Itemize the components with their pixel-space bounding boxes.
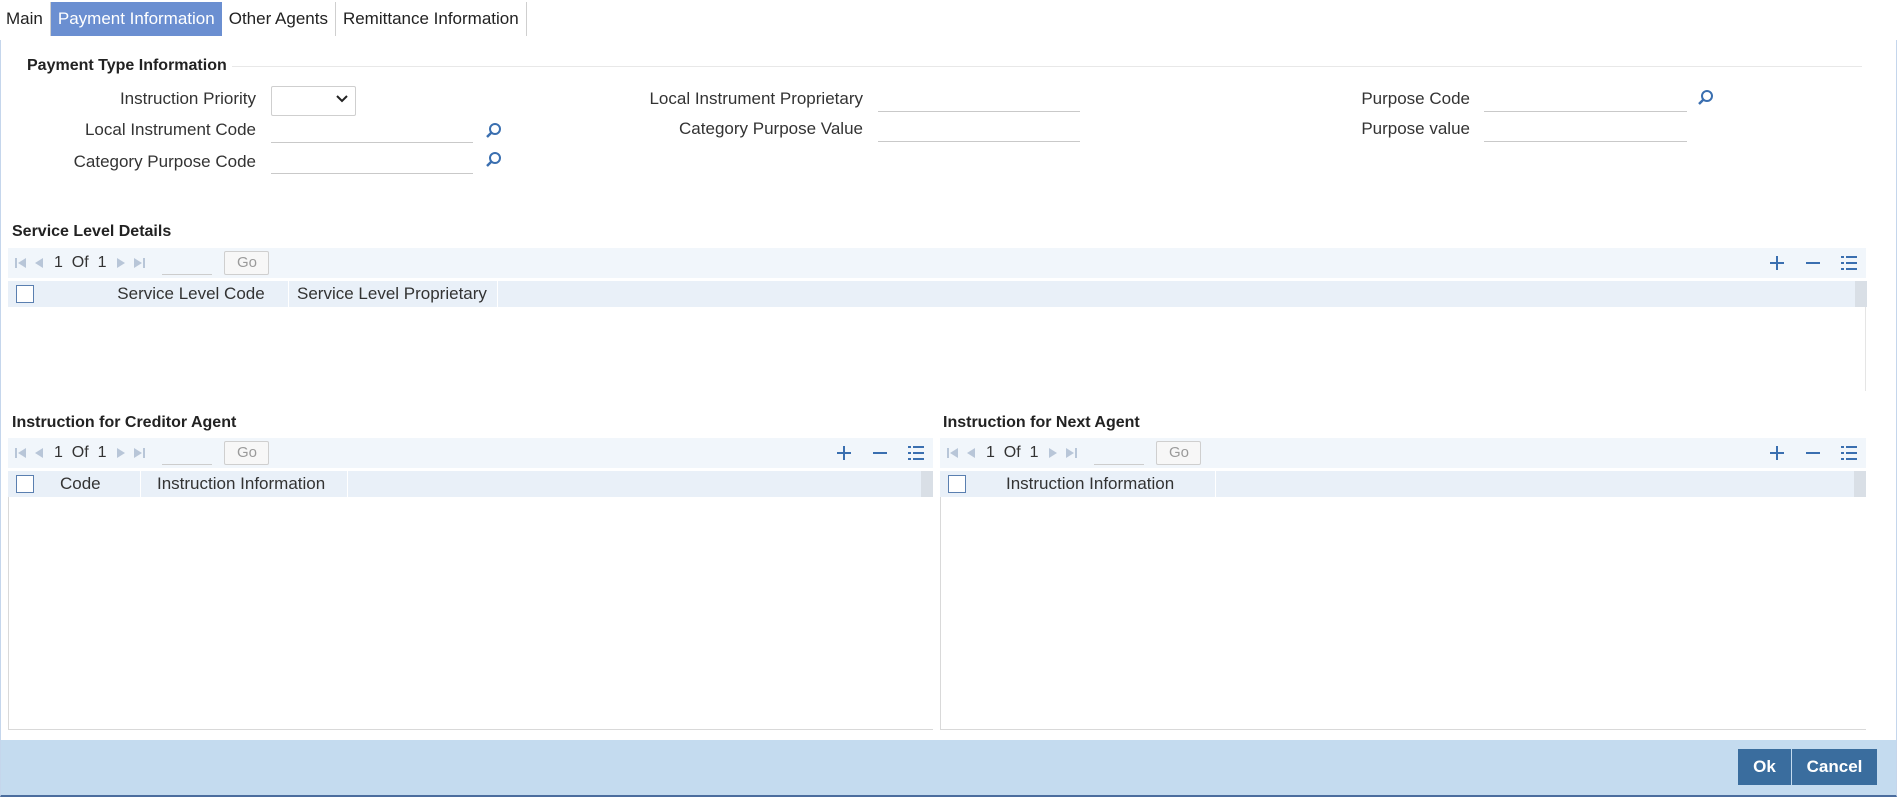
- of-label: Of: [71, 444, 89, 461]
- purpose-code-label: Purpose Code: [1361, 89, 1470, 108]
- local-instrument-code-input[interactable]: [271, 119, 473, 143]
- next-page-icon[interactable]: [1044, 444, 1062, 462]
- local-instrument-code-label: Local Instrument Code: [84, 120, 256, 139]
- tab-main[interactable]: Main: [0, 2, 51, 36]
- instruction-priority-select[interactable]: [271, 86, 356, 116]
- delete-row-icon[interactable]: [1802, 442, 1824, 464]
- col-code[interactable]: Code: [44, 471, 141, 497]
- next-agent-toolbar: 1 Of 1 Go: [940, 438, 1866, 468]
- section-divider: [232, 66, 1862, 67]
- select-all-checkbox[interactable]: [948, 475, 966, 493]
- creditor-agent-title: Instruction for Creditor Agent: [12, 414, 237, 431]
- instruction-priority-label: Instruction Priority: [119, 89, 256, 108]
- page-number-input[interactable]: [162, 251, 213, 275]
- prev-page-icon[interactable]: [30, 254, 48, 272]
- search-icon[interactable]: [485, 151, 505, 171]
- add-row-icon[interactable]: [1766, 442, 1788, 464]
- first-page-icon[interactable]: [944, 444, 962, 462]
- single-view-icon[interactable]: [1838, 442, 1860, 464]
- creditor-agent-toolbar: 1 Of 1 Go: [8, 438, 933, 468]
- scrollbar[interactable]: [1854, 471, 1866, 497]
- single-view-icon[interactable]: [1838, 252, 1860, 274]
- scrollbar[interactable]: [921, 471, 933, 497]
- total-pages: 1: [97, 444, 107, 461]
- category-purpose-value-input[interactable]: [878, 118, 1080, 142]
- delete-row-icon[interactable]: [869, 442, 891, 464]
- creditor-agent-header: Code Instruction Information: [8, 471, 921, 497]
- scrollbar[interactable]: [1855, 281, 1867, 307]
- delete-row-icon[interactable]: [1802, 252, 1824, 274]
- next-page-icon[interactable]: [112, 444, 130, 462]
- local-instrument-proprietary-input[interactable]: [878, 88, 1080, 112]
- add-row-icon[interactable]: [1766, 252, 1788, 274]
- last-page-icon[interactable]: [130, 254, 148, 272]
- ok-button[interactable]: Ok: [1738, 749, 1791, 785]
- total-pages: 1: [97, 254, 107, 271]
- purpose-code-input[interactable]: [1484, 88, 1687, 112]
- last-page-icon[interactable]: [1062, 444, 1080, 462]
- first-page-icon[interactable]: [12, 444, 30, 462]
- service-level-toolbar: 1 Of 1 Go: [8, 248, 1866, 278]
- category-purpose-code-input[interactable]: [271, 150, 473, 174]
- total-pages: 1: [1029, 444, 1039, 461]
- page-indicator: 1 Of 1: [986, 444, 1038, 462]
- tab-remittance-information[interactable]: Remittance Information: [336, 2, 527, 36]
- tab-bar: Main Payment Information Other Agents Re…: [0, 2, 527, 36]
- prev-page-icon[interactable]: [30, 444, 48, 462]
- page-indicator: 1 Of 1: [54, 444, 106, 462]
- cancel-button[interactable]: Cancel: [1792, 749, 1877, 785]
- page-number-input[interactable]: [162, 441, 213, 465]
- go-button[interactable]: Go: [1156, 441, 1202, 465]
- prev-page-icon[interactable]: [962, 444, 980, 462]
- add-row-icon[interactable]: [833, 442, 855, 464]
- next-agent-title: Instruction for Next Agent: [943, 414, 1140, 431]
- chevron-down-icon: [335, 92, 349, 109]
- last-page-icon[interactable]: [130, 444, 148, 462]
- next-agent-header: Instruction Information: [940, 471, 1854, 497]
- current-page: 1: [986, 444, 995, 461]
- col-instruction-information[interactable]: Instruction Information: [976, 471, 1216, 497]
- search-icon[interactable]: [1697, 89, 1717, 109]
- of-label: Of: [1003, 444, 1021, 461]
- category-purpose-code-label: Category Purpose Code: [73, 152, 256, 171]
- select-all-checkbox[interactable]: [16, 285, 34, 303]
- go-button[interactable]: Go: [224, 441, 270, 465]
- current-page: 1: [54, 444, 63, 461]
- search-icon[interactable]: [485, 122, 505, 142]
- page-indicator: 1 Of 1: [54, 254, 106, 272]
- first-page-icon[interactable]: [12, 254, 30, 272]
- purpose-value-label: Purpose value: [1361, 119, 1470, 138]
- col-service-level-proprietary[interactable]: Service Level Proprietary: [289, 281, 498, 307]
- current-page: 1: [54, 254, 63, 271]
- service-level-title: Service Level Details: [12, 223, 172, 240]
- next-agent-body: [940, 497, 1866, 730]
- service-level-header: Service Level Code Service Level Proprie…: [8, 281, 1857, 307]
- go-button[interactable]: Go: [224, 251, 270, 275]
- local-instrument-proprietary-label: Local Instrument Proprietary: [649, 89, 863, 108]
- category-purpose-value-label: Category Purpose Value: [679, 119, 863, 138]
- select-all-checkbox[interactable]: [16, 475, 34, 493]
- of-label: Of: [71, 254, 89, 271]
- service-level-body: [8, 307, 1866, 391]
- col-instruction-information[interactable]: Instruction Information: [141, 471, 348, 497]
- col-service-level-code[interactable]: Service Level Code: [44, 281, 289, 307]
- creditor-agent-body: [8, 497, 933, 730]
- tab-payment-information[interactable]: Payment Information: [50, 2, 222, 36]
- single-view-icon[interactable]: [905, 442, 927, 464]
- footer-bar: Ok Cancel: [1, 740, 1896, 795]
- tab-other-agents[interactable]: Other Agents: [222, 2, 336, 36]
- purpose-value-input[interactable]: [1484, 118, 1687, 142]
- payment-type-title: Payment Type Information: [27, 57, 227, 74]
- page-number-input[interactable]: [1094, 441, 1145, 465]
- next-page-icon[interactable]: [112, 254, 130, 272]
